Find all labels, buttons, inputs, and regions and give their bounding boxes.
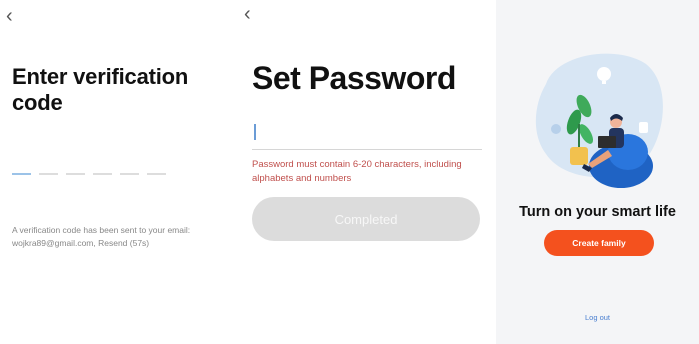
verification-title: Enter verification code bbox=[12, 64, 189, 115]
completed-button[interactable]: Completed bbox=[252, 197, 480, 241]
back-chevron-icon[interactable]: ‹ bbox=[6, 6, 13, 26]
code-slot[interactable] bbox=[12, 173, 31, 175]
verification-code-input[interactable] bbox=[12, 173, 166, 175]
text-caret bbox=[254, 124, 256, 140]
smart-life-screen: Turn on your smart life Create family Lo… bbox=[496, 0, 699, 344]
verification-screen: ‹ Enter verification code A verification… bbox=[0, 0, 236, 344]
verification-hint: A verification code has been sent to you… bbox=[12, 225, 191, 248]
code-slot[interactable] bbox=[66, 173, 85, 175]
create-family-button[interactable]: Create family bbox=[544, 230, 654, 256]
logout-link[interactable]: Log out bbox=[496, 313, 699, 322]
back-chevron-icon[interactable]: ‹ bbox=[244, 4, 251, 24]
password-requirements-hint: Password must contain 6-20 characters, i… bbox=[252, 159, 462, 184]
set-password-screen: ‹ Set Password Password must contain 6-2… bbox=[236, 0, 496, 344]
smart-life-title: Turn on your smart life bbox=[519, 204, 676, 220]
smart-home-illustration-icon bbox=[535, 53, 663, 188]
code-slot[interactable] bbox=[147, 173, 166, 175]
set-password-title: Set Password bbox=[252, 60, 456, 96]
code-slot[interactable] bbox=[120, 173, 139, 175]
code-slot[interactable] bbox=[93, 173, 112, 175]
password-input[interactable] bbox=[252, 118, 482, 150]
code-slot[interactable] bbox=[39, 173, 58, 175]
